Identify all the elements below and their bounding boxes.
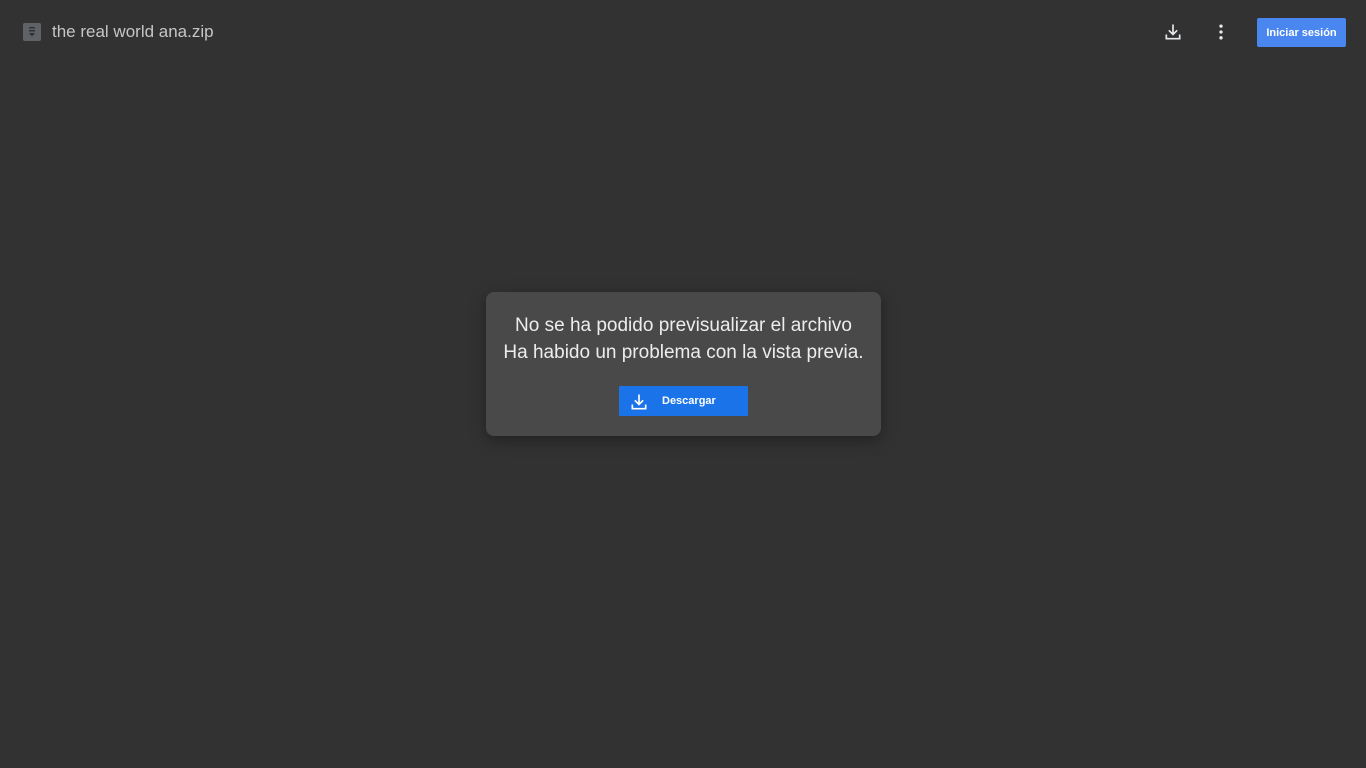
descargar-button[interactable]: Descargar	[619, 386, 748, 416]
more-vert-icon	[1219, 24, 1223, 40]
descargar-label: Descargar	[662, 395, 716, 407]
sign-in-button[interactable]: Iniciar sesión	[1257, 18, 1346, 47]
download-icon	[1165, 24, 1181, 40]
download-button[interactable]	[1157, 16, 1189, 48]
error-title: No se ha podido previsualizar el archivo	[515, 315, 852, 336]
download-icon	[631, 394, 647, 410]
error-message: Ha habido un problema con la vista previ…	[503, 342, 864, 363]
archive-file-icon	[23, 23, 41, 41]
more-options-button[interactable]	[1205, 16, 1237, 48]
preview-error-dialog: No se ha podido previsualizar el archivo…	[486, 292, 881, 436]
file-title: the real world ana.zip	[52, 22, 214, 41]
top-bar: the real world ana.zip Iniciar sesión	[0, 0, 1366, 64]
